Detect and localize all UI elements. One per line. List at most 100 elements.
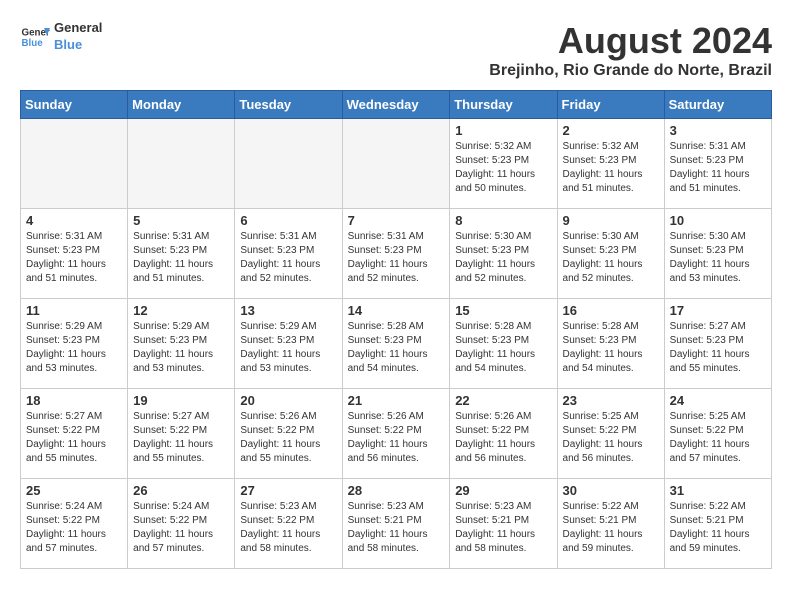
day-number: 5 <box>133 213 229 228</box>
day-number: 15 <box>455 303 551 318</box>
day-info: Sunrise: 5:28 AM Sunset: 5:23 PM Dayligh… <box>455 320 551 376</box>
day-number: 22 <box>455 393 551 408</box>
calendar-table: SundayMondayTuesdayWednesdayThursdayFrid… <box>20 90 772 569</box>
day-number: 6 <box>240 213 336 228</box>
day-info: Sunrise: 5:27 AM Sunset: 5:22 PM Dayligh… <box>133 410 229 466</box>
day-info: Sunrise: 5:31 AM Sunset: 5:23 PM Dayligh… <box>240 230 336 286</box>
weekday-header-sunday: Sunday <box>21 91 128 119</box>
day-info: Sunrise: 5:29 AM Sunset: 5:23 PM Dayligh… <box>26 320 122 376</box>
day-info: Sunrise: 5:22 AM Sunset: 5:21 PM Dayligh… <box>563 500 659 556</box>
calendar-cell: 23 Sunrise: 5:25 AM Sunset: 5:22 PM Dayli… <box>557 389 664 479</box>
day-number: 12 <box>133 303 229 318</box>
day-info: Sunrise: 5:23 AM Sunset: 5:22 PM Dayligh… <box>240 500 336 556</box>
calendar-cell: 10 Sunrise: 5:30 AM Sunset: 5:23 PM Dayli… <box>664 209 771 299</box>
calendar-cell: 30 Sunrise: 5:22 AM Sunset: 5:21 PM Dayli… <box>557 479 664 569</box>
day-info: Sunrise: 5:31 AM Sunset: 5:23 PM Dayligh… <box>348 230 445 286</box>
calendar-cell: 8Sunrise: 5:30 AM Sunset: 5:23 PM Daylig… <box>450 209 557 299</box>
calendar-cell: 21Sunrise: 5:26 AM Sunset: 5:22 PM Dayli… <box>342 389 450 479</box>
day-info: Sunrise: 5:30 AM Sunset: 5:23 PM Dayligh… <box>670 230 766 286</box>
weekday-header-friday: Friday <box>557 91 664 119</box>
day-number: 29 <box>455 483 551 498</box>
day-number: 8 <box>455 213 551 228</box>
calendar-cell <box>21 119 128 209</box>
weekday-header-monday: Monday <box>128 91 235 119</box>
header: General Blue General Blue August 2024 Br… <box>20 20 772 80</box>
week-row-3: 11 Sunrise: 5:29 AM Sunset: 5:23 PM Dayli… <box>21 299 772 389</box>
day-info: Sunrise: 5:29 AM Sunset: 5:23 PM Dayligh… <box>240 320 336 376</box>
day-number: 13 <box>240 303 336 318</box>
calendar-cell: 22 Sunrise: 5:26 AM Sunset: 5:22 PM Dayli… <box>450 389 557 479</box>
calendar-cell: 3 Sunrise: 5:31 AM Sunset: 5:23 PM Daylig… <box>664 119 771 209</box>
weekday-header-tuesday: Tuesday <box>235 91 342 119</box>
day-info: Sunrise: 5:32 AM Sunset: 5:23 PM Dayligh… <box>455 140 551 196</box>
day-info: Sunrise: 5:23 AM Sunset: 5:21 PM Dayligh… <box>348 500 445 556</box>
day-number: 25 <box>26 483 122 498</box>
day-info: Sunrise: 5:32 AM Sunset: 5:23 PM Dayligh… <box>563 140 659 196</box>
day-number: 27 <box>240 483 336 498</box>
calendar-cell: 25 Sunrise: 5:24 AM Sunset: 5:22 PM Dayli… <box>21 479 128 569</box>
day-info: Sunrise: 5:24 AM Sunset: 5:22 PM Dayligh… <box>133 500 229 556</box>
logo-general: General <box>54 20 102 37</box>
calendar-cell: 13 Sunrise: 5:29 AM Sunset: 5:23 PM Dayli… <box>235 299 342 389</box>
calendar-cell: 31 Sunrise: 5:22 AM Sunset: 5:21 PM Dayli… <box>664 479 771 569</box>
day-info: Sunrise: 5:31 AM Sunset: 5:23 PM Dayligh… <box>133 230 229 286</box>
week-row-2: 4 Sunrise: 5:31 AM Sunset: 5:23 PM Daylig… <box>21 209 772 299</box>
calendar-cell: 20 Sunrise: 5:26 AM Sunset: 5:22 PM Dayli… <box>235 389 342 479</box>
title-area: August 2024 Brejinho, Rio Grande do Nort… <box>489 20 772 80</box>
calendar-cell <box>342 119 450 209</box>
logo-icon: General Blue <box>20 22 50 52</box>
calendar-cell <box>235 119 342 209</box>
week-row-5: 25 Sunrise: 5:24 AM Sunset: 5:22 PM Dayli… <box>21 479 772 569</box>
day-number: 23 <box>563 393 659 408</box>
day-number: 26 <box>133 483 229 498</box>
logo-blue: Blue <box>54 37 102 54</box>
calendar-cell: 28 Sunrise: 5:23 AM Sunset: 5:21 PM Dayli… <box>342 479 450 569</box>
day-info: Sunrise: 5:25 AM Sunset: 5:22 PM Dayligh… <box>563 410 659 466</box>
calendar-cell: 5 Sunrise: 5:31 AM Sunset: 5:23 PM Daylig… <box>128 209 235 299</box>
day-info: Sunrise: 5:28 AM Sunset: 5:23 PM Dayligh… <box>348 320 445 376</box>
day-info: Sunrise: 5:31 AM Sunset: 5:23 PM Dayligh… <box>26 230 122 286</box>
day-number: 4 <box>26 213 122 228</box>
calendar-title: August 2024 <box>489 20 772 62</box>
day-info: Sunrise: 5:24 AM Sunset: 5:22 PM Dayligh… <box>26 500 122 556</box>
day-number: 10 <box>670 213 766 228</box>
day-info: Sunrise: 5:23 AM Sunset: 5:21 PM Dayligh… <box>455 500 551 556</box>
day-number: 1 <box>455 123 551 138</box>
day-info: Sunrise: 5:27 AM Sunset: 5:22 PM Dayligh… <box>26 410 122 466</box>
day-number: 9 <box>563 213 659 228</box>
day-number: 28 <box>348 483 445 498</box>
calendar-cell: 19Sunrise: 5:27 AM Sunset: 5:22 PM Dayli… <box>128 389 235 479</box>
calendar-cell: 11 Sunrise: 5:29 AM Sunset: 5:23 PM Dayli… <box>21 299 128 389</box>
calendar-subtitle: Brejinho, Rio Grande do Norte, Brazil <box>489 62 772 80</box>
calendar-cell: 2 Sunrise: 5:32 AM Sunset: 5:23 PM Daylig… <box>557 119 664 209</box>
calendar-cell: 15 Sunrise: 5:28 AM Sunset: 5:23 PM Dayli… <box>450 299 557 389</box>
calendar-cell <box>128 119 235 209</box>
day-info: Sunrise: 5:29 AM Sunset: 5:23 PM Dayligh… <box>133 320 229 376</box>
day-number: 20 <box>240 393 336 408</box>
calendar-cell: 18 Sunrise: 5:27 AM Sunset: 5:22 PM Dayli… <box>21 389 128 479</box>
day-number: 14 <box>348 303 445 318</box>
calendar-cell: 7Sunrise: 5:31 AM Sunset: 5:23 PM Daylig… <box>342 209 450 299</box>
logo: General Blue General Blue <box>20 20 102 54</box>
weekday-header-wednesday: Wednesday <box>342 91 450 119</box>
calendar-cell: 6 Sunrise: 5:31 AM Sunset: 5:23 PM Daylig… <box>235 209 342 299</box>
day-info: Sunrise: 5:30 AM Sunset: 5:23 PM Dayligh… <box>563 230 659 286</box>
day-number: 30 <box>563 483 659 498</box>
day-number: 2 <box>563 123 659 138</box>
day-number: 18 <box>26 393 122 408</box>
calendar-cell: 17Sunrise: 5:27 AM Sunset: 5:23 PM Dayli… <box>664 299 771 389</box>
calendar-cell: 1 Sunrise: 5:32 AM Sunset: 5:23 PM Daylig… <box>450 119 557 209</box>
day-number: 3 <box>670 123 766 138</box>
calendar-cell: 9 Sunrise: 5:30 AM Sunset: 5:23 PM Daylig… <box>557 209 664 299</box>
calendar-cell: 29 Sunrise: 5:23 AM Sunset: 5:21 PM Dayli… <box>450 479 557 569</box>
day-info: Sunrise: 5:31 AM Sunset: 5:23 PM Dayligh… <box>670 140 766 196</box>
calendar-cell: 24Sunrise: 5:25 AM Sunset: 5:22 PM Dayli… <box>664 389 771 479</box>
day-number: 16 <box>563 303 659 318</box>
day-number: 11 <box>26 303 122 318</box>
day-info: Sunrise: 5:22 AM Sunset: 5:21 PM Dayligh… <box>670 500 766 556</box>
day-info: Sunrise: 5:26 AM Sunset: 5:22 PM Dayligh… <box>240 410 336 466</box>
day-info: Sunrise: 5:27 AM Sunset: 5:23 PM Dayligh… <box>670 320 766 376</box>
day-number: 31 <box>670 483 766 498</box>
weekday-header-thursday: Thursday <box>450 91 557 119</box>
day-info: Sunrise: 5:26 AM Sunset: 5:22 PM Dayligh… <box>455 410 551 466</box>
